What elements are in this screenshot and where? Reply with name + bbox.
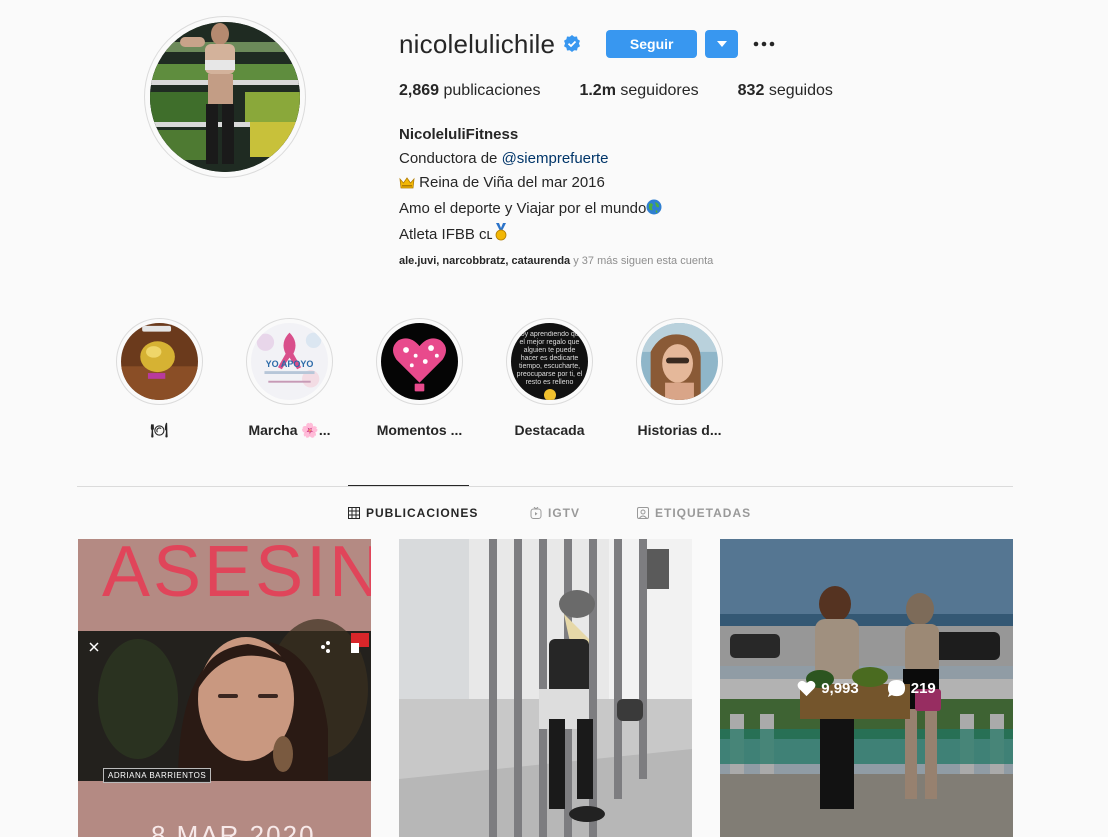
highlight-item[interactable]: Momentos ... xyxy=(376,318,463,439)
bio-mention-link[interactable]: @siemprefuerte xyxy=(502,150,609,167)
text-quote: Voy aprendiendo que el mejor regalo que … xyxy=(511,323,588,400)
pink-ribbon: YO APOYO xyxy=(251,323,328,400)
post-thumbnail[interactable]: ASESINA ADRIANA BARRIENTOS 8 MAR 2020 xyxy=(78,539,371,837)
followers-count: 1.2m xyxy=(579,82,616,99)
tab-etiquetadas[interactable]: ETIQUETADAS xyxy=(637,506,751,520)
highlight-label: Historias d... xyxy=(637,422,722,438)
verified-badge-icon xyxy=(563,35,581,53)
highlight-ring xyxy=(376,318,463,405)
smile-emoji-icon xyxy=(544,389,556,400)
highlight-label: Destacada xyxy=(514,422,585,438)
bio-line-1: Conductora de @siemprefuerte xyxy=(399,147,662,171)
username: nicolelulichile xyxy=(399,28,556,59)
bio-line-4-text: Atleta IFBB ᴄʟ xyxy=(399,226,493,243)
post-thumbnail[interactable]: 9,993 219 xyxy=(720,539,1013,837)
highlight-item[interactable]: 🍽 xyxy=(116,318,203,439)
highlight-ring xyxy=(116,318,203,405)
highlight-ring: Voy aprendiendo que el mejor regalo que … xyxy=(506,318,593,405)
tab-label: PUBLICACIONES xyxy=(366,506,479,520)
triangle-down-icon xyxy=(716,41,727,47)
likes-count: 9,993 xyxy=(797,679,859,698)
avatar-image xyxy=(150,22,300,172)
story-highlights: 🍽 YO APOYO Marcha 🌸... Momentos ... Voy … xyxy=(116,318,766,439)
followed-by-suffix: y 37 más siguen esta cuenta xyxy=(570,255,714,267)
profile-stats: 2,869 publicaciones 1.2m seguidores 832 … xyxy=(399,82,872,100)
yo-apoyo-text: YO APOYO xyxy=(265,359,314,370)
highlight-ring xyxy=(636,318,723,405)
post-headline: ASESINA xyxy=(102,539,371,612)
followers-label: seguidores xyxy=(620,82,699,99)
highlight-item[interactable]: YO APOYO Marcha 🌸... xyxy=(246,318,333,439)
likes-value: 9,993 xyxy=(821,679,859,697)
followed-by-text[interactable]: ale.juvi, narcobbratz, cataurenda y 37 m… xyxy=(399,255,713,267)
bio-line-3-text: Amo el deporte y Viajar por el mundo xyxy=(399,200,647,217)
more-options-button[interactable] xyxy=(752,32,776,56)
posts-label: publicaciones xyxy=(443,82,541,99)
food-icon xyxy=(121,323,198,400)
suggested-accounts-button[interactable] xyxy=(705,30,739,58)
following-stat[interactable]: 832 seguidos xyxy=(738,82,833,100)
medal-icon xyxy=(493,223,509,249)
following-count: 832 xyxy=(737,82,765,99)
tagged-icon xyxy=(637,507,649,519)
followers-stat[interactable]: 1.2m seguidores xyxy=(579,82,698,100)
post-hover-overlay: 9,993 219 xyxy=(720,539,1013,837)
igtv-icon xyxy=(530,507,542,519)
grid-icon xyxy=(348,507,360,519)
highlight-label: Marcha 🌸... xyxy=(248,422,331,438)
highlight-label: Momentos ... xyxy=(376,422,463,438)
tab-label: ETIQUETADAS xyxy=(655,506,752,520)
tab-label: IGTV xyxy=(548,506,581,520)
active-tab-indicator xyxy=(348,485,469,486)
comments-value: 219 xyxy=(910,679,936,697)
bio-name: NicoleluliFitness xyxy=(399,126,519,143)
highlight-item[interactable]: Historias d... xyxy=(636,318,723,439)
heart-collage xyxy=(381,323,458,400)
profile-title-row: nicolelulichile Seguir xyxy=(399,26,776,62)
bio-line-4: Atleta IFBB ᴄʟ xyxy=(399,223,662,249)
follow-button[interactable]: Seguir xyxy=(606,30,698,58)
tab-publicaciones[interactable]: PUBLICACIONES xyxy=(348,506,478,520)
selfie xyxy=(641,323,718,400)
post-image xyxy=(399,539,692,837)
crown-icon xyxy=(399,173,415,197)
post-caption-name: ADRIANA BARRIENTOS xyxy=(103,768,212,783)
profile-avatar[interactable] xyxy=(144,16,306,178)
highlight-label: 🍽 xyxy=(150,422,169,438)
posts-grid: ASESINA ADRIANA BARRIENTOS 8 MAR 2020 xyxy=(78,539,1041,837)
more-dots-icon xyxy=(753,41,775,47)
tab-igtv[interactable]: IGTV xyxy=(530,506,580,520)
globe-icon xyxy=(646,199,662,223)
highlight-item[interactable]: Voy aprendiendo que el mejor regalo que … xyxy=(506,318,593,439)
highlight-ring: YO APOYO xyxy=(246,318,333,405)
posts-count: 2,869 xyxy=(399,82,440,99)
post-date-text: 8 MAR 2020 xyxy=(151,820,316,837)
profile-bio: NicoleluliFitness Conductora de @siempre… xyxy=(399,123,662,249)
following-label: seguidos xyxy=(768,82,833,99)
bio-line-2-text: Reina de Viña del mar 2016 xyxy=(415,174,605,191)
bio-line-1-text: Conductora de xyxy=(399,150,502,167)
comments-count: 219 xyxy=(887,679,936,698)
followed-by-names[interactable]: ale.juvi, narcobbratz, cataurenda xyxy=(399,255,570,267)
bio-line-2: Reina de Viña del mar 2016 xyxy=(399,171,662,197)
post-thumbnail[interactable] xyxy=(399,539,692,837)
posts-stat: 2,869 publicaciones xyxy=(399,82,540,100)
profile-tabs: PUBLICACIONES IGTV ETIQUETADAS xyxy=(77,487,1013,539)
highlight-quote-text: Voy aprendiendo que el mejor regalo que … xyxy=(516,331,583,386)
comment-icon xyxy=(887,679,905,697)
heart-icon xyxy=(797,680,816,696)
bio-line-3: Amo el deporte y Viajar por el mundo xyxy=(399,197,662,223)
